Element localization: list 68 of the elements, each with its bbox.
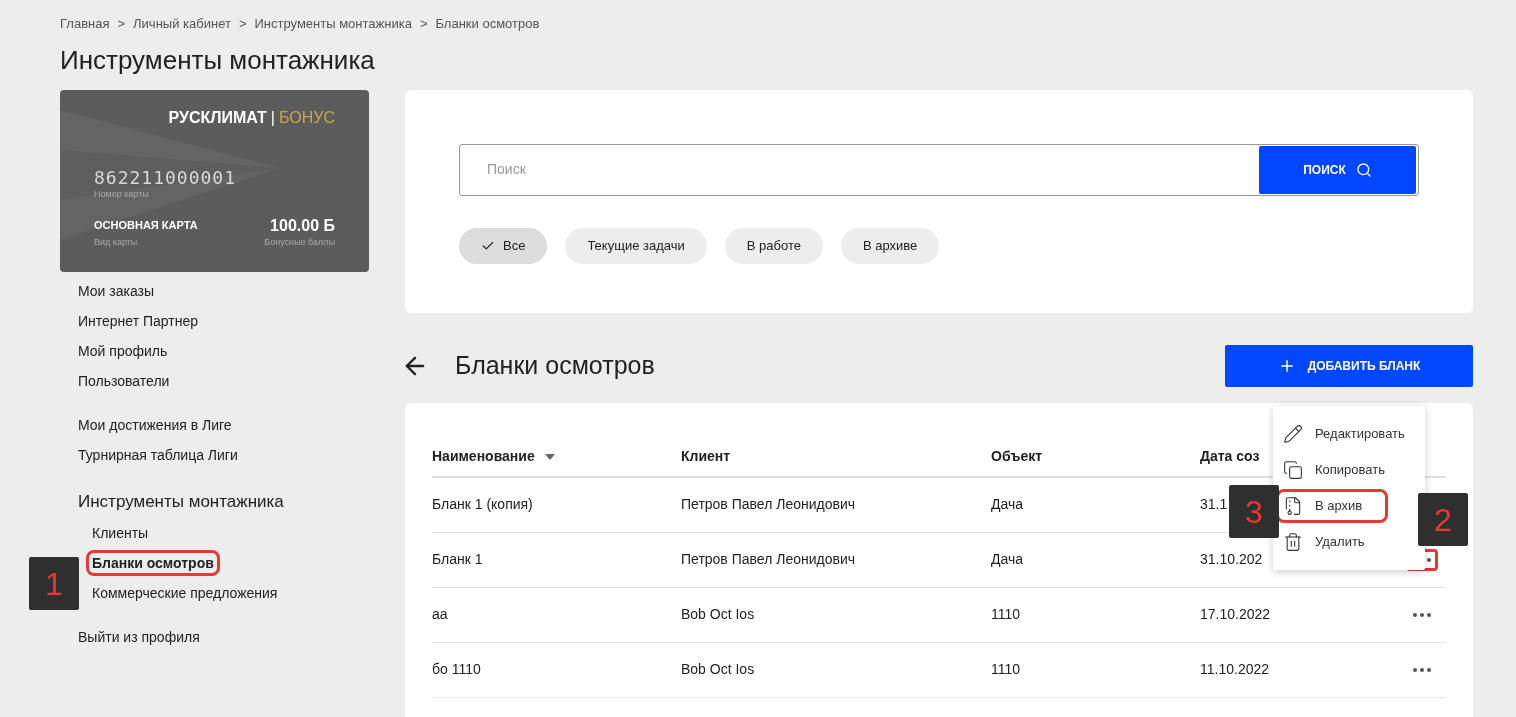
- callout-number: 2: [1418, 493, 1468, 546]
- table-cell-text: 11.10.2022: [1200, 660, 1270, 679]
- table-cell-text: Бланк 1: [432, 550, 483, 569]
- card-number-label: Номер карты: [94, 187, 150, 201]
- copy-icon: [1283, 459, 1303, 480]
- sidebar-link[interactable]: Мои заказы: [75, 280, 158, 301]
- sidebar-link[interactable]: Коммерческие предложения: [89, 582, 281, 603]
- card-type-label: Вид карты: [94, 235, 139, 249]
- sidebar-link[interactable]: Интернет Партнер: [75, 310, 202, 331]
- sidebar-link[interactable]: Мои достижения в Лиге: [75, 414, 235, 435]
- search-field[interactable]: Поиск ПОИСК: [459, 143, 1419, 196]
- add-form-button[interactable]: ДОБАВИТЬ БЛАНК: [1225, 344, 1473, 387]
- column-header[interactable]: Наименование: [432, 446, 681, 467]
- card-number: 862211000001: [94, 167, 238, 188]
- table-cell-text: аа: [432, 605, 448, 624]
- table-cell-text: 17.10.2022: [1200, 605, 1271, 624]
- callout-number: 3: [1229, 485, 1279, 538]
- column-header[interactable]: Объект: [991, 446, 1200, 467]
- sidebar-link[interactable]: Турнирная таблица Лиги: [75, 444, 241, 465]
- menu-item[interactable]: Удалить: [1279, 527, 1419, 556]
- menu-item[interactable]: В архив: [1279, 491, 1385, 520]
- table-cell-text: Bob Oct Ios: [681, 605, 755, 624]
- table-cell-text: 1110: [991, 660, 1021, 679]
- search-button[interactable]: ПОИСК: [1259, 145, 1416, 194]
- sort-down-icon: [544, 453, 555, 460]
- sidebar-heading: Инструменты монтажника: [78, 490, 285, 513]
- table-cell-text: Дача: [991, 495, 1024, 514]
- sidebar-link[interactable]: Выйти из профиля: [75, 626, 203, 647]
- breadcrumb-separator: >: [117, 15, 126, 33]
- trash-icon: [1283, 531, 1303, 552]
- sidebar-link[interactable]: Пользователи: [75, 370, 173, 391]
- breadcrumb-separator: >: [419, 15, 428, 33]
- card-type: ОСНОВНАЯ КАРТА: [94, 218, 198, 233]
- table-cell-text: 31.10.202: [1200, 550, 1263, 569]
- sidebar-link[interactable]: Мой профиль: [75, 340, 171, 361]
- brand-accent-text: БОНУС: [278, 107, 335, 128]
- brand-separator: |: [270, 107, 275, 128]
- table-cell-text: Дача: [991, 550, 1024, 569]
- table-cell-text: Петров Павел Леонидович: [681, 550, 856, 569]
- search-icon: [1355, 161, 1372, 178]
- breadcrumb-link[interactable]: Бланки осмотров: [435, 14, 540, 34]
- menu-item[interactable]: Редактировать: [1279, 419, 1419, 448]
- pencil-icon: [1283, 423, 1303, 444]
- section-title: Бланки осмотров: [455, 349, 655, 381]
- page-title: Инструменты монтажника: [60, 43, 376, 76]
- column-header[interactable]: Клиент: [681, 446, 991, 467]
- archive-file-icon: [1283, 495, 1303, 516]
- menu-item[interactable]: Копировать: [1279, 455, 1419, 484]
- brand-logo-text: РУСКЛИМАТ: [168, 107, 267, 128]
- table-cell-text: 31.1: [1200, 495, 1228, 514]
- filter-chip[interactable]: В работе: [724, 227, 823, 264]
- table-cell-text: Бланк 1 (копия): [432, 495, 533, 514]
- table-cell-text: Bob Oct Ios: [681, 660, 755, 679]
- filter-chip[interactable]: Все: [459, 227, 548, 264]
- breadcrumb-separator: >: [238, 15, 247, 33]
- table-cell-text: Петров Павел Леонидович: [681, 495, 856, 514]
- filter-chip[interactable]: Текущие задачи: [565, 227, 707, 264]
- filter-chip[interactable]: В архиве: [840, 227, 940, 264]
- callout-number: 1: [29, 557, 79, 610]
- breadcrumb-link[interactable]: Личный кабинет: [133, 14, 231, 34]
- table-cell-text: 1110: [991, 605, 1021, 624]
- sidebar-link[interactable]: Клиенты: [89, 522, 152, 543]
- breadcrumb-link[interactable]: Инструменты монтажника: [254, 14, 412, 34]
- table-cell-text: бо 1110: [432, 660, 481, 679]
- bonus-balance-label: Бонусные баллы: [264, 236, 335, 249]
- breadcrumb-link[interactable]: Главная: [60, 14, 110, 34]
- bonus-balance: 100.00 Б: [269, 217, 335, 235]
- sidebar-link[interactable]: Бланки осмотров: [89, 552, 217, 573]
